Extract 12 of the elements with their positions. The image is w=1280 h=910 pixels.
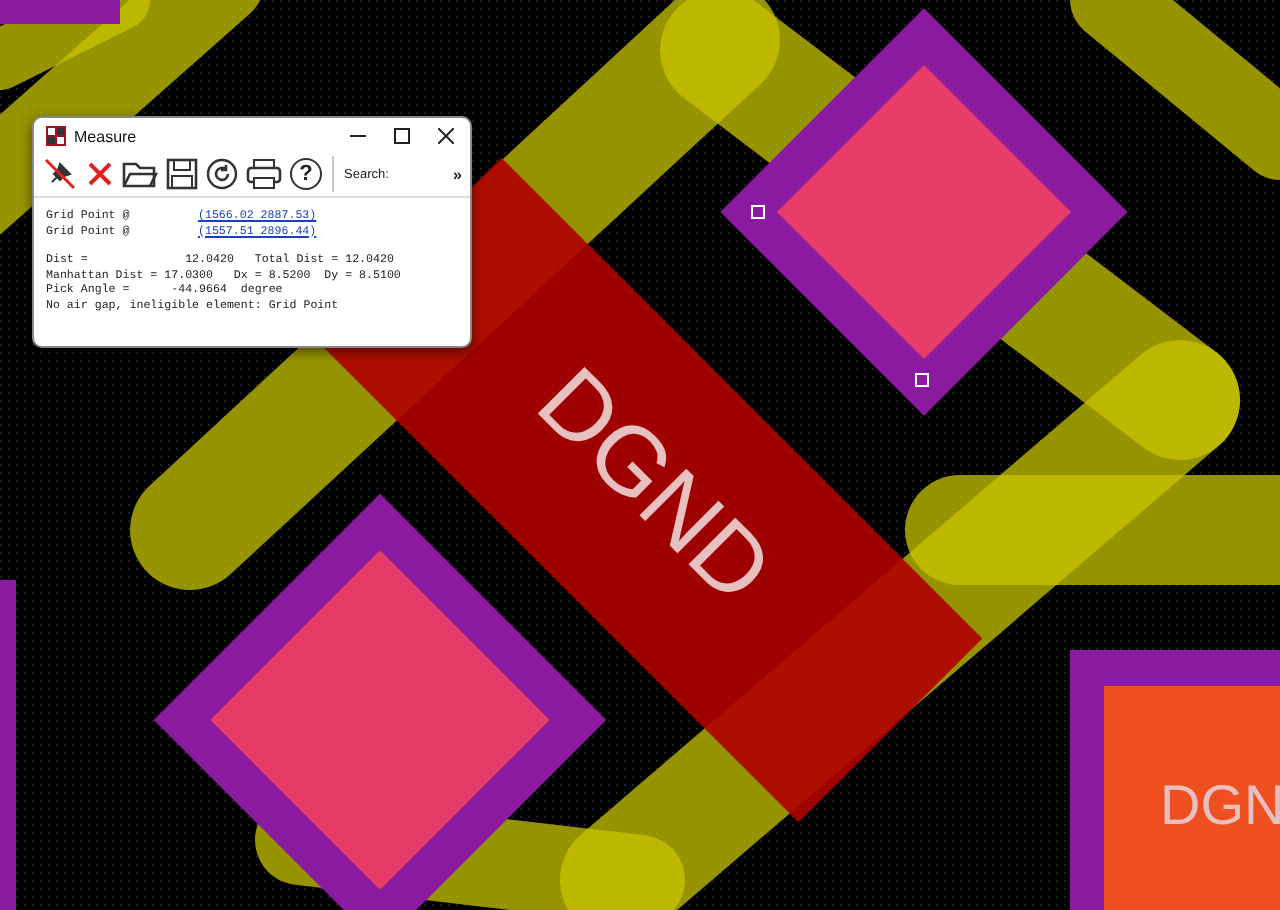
pin-crossed-icon[interactable]	[42, 156, 78, 192]
save-icon[interactable]	[166, 158, 198, 190]
window-title: Measure	[74, 127, 137, 145]
refresh-icon[interactable]	[206, 158, 238, 190]
app-icon	[46, 126, 66, 146]
folder-icon[interactable]	[122, 158, 158, 190]
overflow-button[interactable]: »	[453, 165, 462, 183]
maximize-icon[interactable]	[394, 128, 410, 144]
help-button[interactable]: ?	[290, 158, 322, 190]
net-label: DGN	[1160, 774, 1280, 836]
close-icon[interactable]	[438, 128, 454, 144]
printer-icon[interactable]	[246, 158, 282, 190]
